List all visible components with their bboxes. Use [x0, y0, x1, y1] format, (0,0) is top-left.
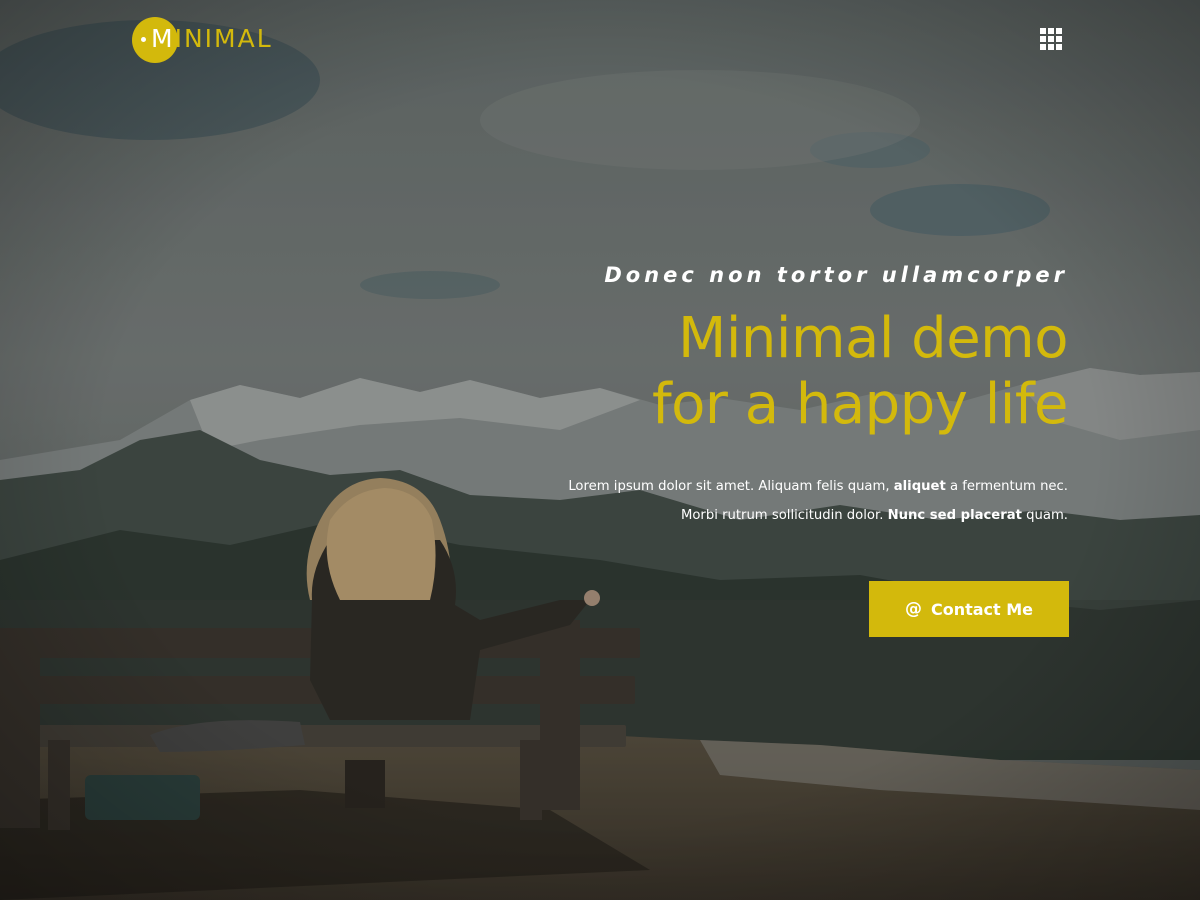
hero-title-line-1: Minimal demo [678, 306, 1068, 371]
grid-menu-icon[interactable] [1040, 28, 1062, 50]
hero-title-line-2: for a happy life [651, 372, 1069, 437]
contact-me-label: Contact Me [930, 599, 1034, 619]
desc-line-1-part-c: a fermentum nec. [945, 479, 1068, 494]
hero-description: Lorem ipsum dolor sit amet. Aliquam feli… [508, 472, 1068, 530]
grid-menu-dot [1040, 44, 1046, 50]
desc-line-2-part-c: quam. [1021, 508, 1068, 523]
logo-rest-letters: INIMAL [174, 24, 273, 53]
logo-dot-mark [141, 37, 146, 42]
grid-menu-dot [1056, 28, 1062, 34]
hero-content: Donec non tortor ullamcorper Minimal dem… [508, 258, 1068, 530]
grid-menu-dot [1056, 44, 1062, 50]
desc-line-1-part-a: Lorem ipsum dolor sit amet. Aliquam feli… [568, 479, 894, 494]
grid-menu-dot [1048, 28, 1054, 34]
hero-kicker: Donec non tortor ullamcorper [604, 263, 1068, 287]
grid-menu-dot [1048, 36, 1054, 42]
grid-menu-dot [1056, 36, 1062, 42]
grid-menu-dot [1040, 28, 1046, 34]
desc-line-1-bold: aliquet [893, 479, 946, 494]
contact-me-button[interactable]: @ Contact Me [869, 581, 1069, 637]
grid-menu-dot [1040, 36, 1046, 42]
grid-menu-dot [1048, 44, 1054, 50]
logo-first-letter: M [151, 24, 175, 53]
hero-title: Minimal demo for a happy life [508, 306, 1069, 438]
site-logo[interactable]: MINIMAL [132, 14, 273, 64]
desc-line-2-part-a: Morbi rutrum sollicitudin dolor. [680, 508, 888, 523]
logo-wordmark: MINIMAL [151, 14, 273, 64]
hero-section: MINIMAL Donec non tortor ullamcorper Min… [0, 0, 1200, 900]
desc-line-2-bold: Nunc sed placerat [887, 508, 1022, 523]
at-sign-icon: @ [904, 599, 922, 619]
